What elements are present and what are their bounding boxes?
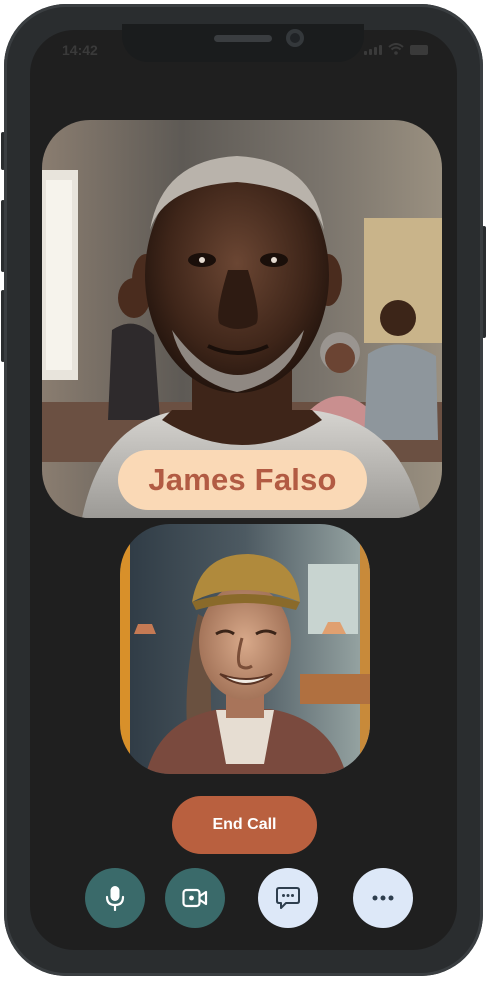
microphone-button[interactable] [85,868,145,928]
speaker-grille [214,35,272,42]
video-camera-icon [182,888,208,908]
more-dots-icon [372,895,394,901]
signal-icon [364,45,382,55]
self-video[interactable] [120,524,370,774]
self-video-image [120,524,370,774]
caller-name-badge: James Falso [118,450,367,510]
video-toggle-button[interactable] [165,868,225,928]
chat-button[interactable] [258,868,318,928]
status-time: 14:42 [62,42,98,58]
notch [122,24,364,62]
front-camera [286,29,304,47]
chat-bubble-icon [276,887,300,909]
wifi-icon [388,43,404,55]
more-options-button[interactable] [353,868,413,928]
end-call-button[interactable]: End Call [172,796,317,854]
battery-icon [410,45,428,55]
status-icons [364,43,430,55]
microphone-icon [105,886,125,911]
